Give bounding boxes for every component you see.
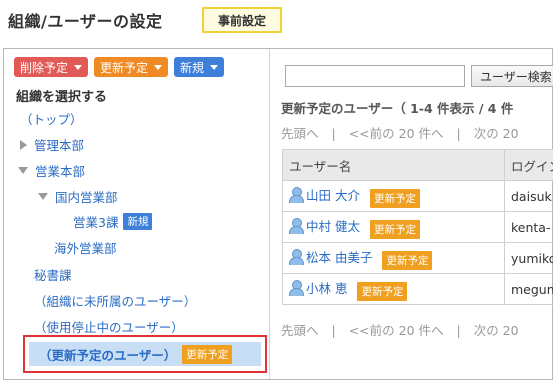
table-row: 山田 大介 更新予定 daisuk: [282, 180, 553, 212]
chevron-down-icon: [74, 64, 83, 70]
login-cell: yumiko: [504, 242, 553, 274]
tree-item-top-label: （トップ）: [20, 112, 83, 127]
update-tag: 更新予定: [382, 250, 433, 270]
update-tag: 更新予定: [369, 188, 420, 208]
delete-schedule-button[interactable]: 削除予定: [14, 57, 89, 77]
action-buttons: 削除予定 更新予定 新規: [14, 57, 225, 77]
page-title: 組織/ユーザーの設定: [8, 12, 163, 31]
tree-item-unaffiliated-label: （組織に未所属のユーザー）: [34, 294, 197, 309]
tree-item-admin-label: 管理本部: [34, 138, 85, 153]
pager-separator: |: [331, 323, 336, 338]
tree-item-admin[interactable]: 管理本部: [20, 135, 84, 154]
pager-first[interactable]: 先頭へ: [281, 323, 319, 338]
org-tree-panel: 削除予定 更新予定 新規 組織を選択する （トップ） 管理本部 営業本部 国内営…: [4, 49, 270, 379]
user-link[interactable]: 小林 恵: [289, 278, 347, 297]
update-tag: 更新予定: [182, 344, 233, 364]
user-cell: 山田 大介 更新予定: [282, 180, 505, 212]
pager-bottom: 先頭へ | <<前の 20 件へ | 次の 20: [281, 320, 519, 339]
pager-next[interactable]: 次の 20: [474, 323, 519, 338]
tree-item-sales3-label: 営業3課: [73, 215, 119, 230]
chevron-down-icon: [210, 64, 219, 70]
pager-next[interactable]: 次の 20: [474, 126, 519, 141]
pager-top: 先頭へ | <<前の 20 件へ | 次の 20: [281, 123, 519, 142]
user-name: 小林 恵: [306, 280, 348, 296]
login-cell: daisuk: [504, 180, 553, 212]
user-name: 松本 由美子: [306, 249, 373, 265]
user-table: ユーザー名 ログイン 山田 大介 更新予定 daisuk: [282, 149, 553, 305]
tree-item-overseas[interactable]: 海外営業部: [54, 238, 117, 257]
tree-item-overseas-label: 海外営業部: [54, 241, 117, 256]
user-icon: [289, 248, 304, 265]
user-name: 山田 大介: [306, 187, 360, 203]
tree-item-sales[interactable]: 営業本部: [18, 161, 85, 180]
user-icon: [289, 186, 304, 203]
tree-item-scheduled[interactable]: （更新予定のユーザー） 更新予定: [29, 342, 261, 366]
login-cell: kenta-: [504, 211, 553, 243]
user-list-panel: ユーザー検索 更新予定のユーザー（ 1-4 件表示 / 4 件 先頭へ | <<…: [271, 49, 553, 379]
update-schedule-label: 更新予定: [100, 60, 149, 75]
triangle-down-icon[interactable]: [18, 167, 28, 174]
page-header: 組織/ユーザーの設定 事前設定: [0, 0, 554, 42]
tree-item-domestic-label: 国内営業部: [55, 190, 118, 205]
table-row: 中村 健太 更新予定 kenta-: [282, 211, 553, 243]
search-input[interactable]: [285, 65, 465, 87]
chevron-down-icon: [154, 64, 163, 70]
delete-schedule-label: 削除予定: [20, 60, 69, 75]
user-name: 中村 健太: [306, 218, 360, 234]
update-tag: 更新予定: [357, 281, 408, 301]
login-cell: megum: [504, 273, 553, 305]
tree-item-suspended-label: （使用停止中のユーザー）: [34, 320, 184, 335]
user-cell: 小林 恵 更新予定: [282, 273, 505, 305]
triangle-right-icon[interactable]: [20, 139, 27, 150]
pager-prev[interactable]: <<前の 20 件へ: [349, 323, 444, 338]
pager-separator: |: [456, 126, 461, 141]
pager-separator: |: [456, 323, 461, 338]
result-heading: 更新予定のユーザー（ 1-4 件表示 / 4 件: [281, 101, 514, 116]
user-cell: 中村 健太 更新予定: [282, 211, 505, 243]
tree-item-secretary-label: 秘書課: [34, 268, 72, 283]
user-link[interactable]: 中村 健太: [289, 216, 360, 235]
user-search-button[interactable]: ユーザー検索: [471, 65, 553, 87]
tree-item-secretary[interactable]: 秘書課: [34, 265, 72, 284]
user-link[interactable]: 松本 由美子: [289, 247, 372, 266]
tree-item-top[interactable]: （トップ）: [20, 109, 83, 128]
table-row: 松本 由美子 更新予定 yumiko: [282, 242, 553, 274]
tree-item-domestic[interactable]: 国内営業部: [38, 187, 118, 206]
tree-item-sales3[interactable]: 営業3課 新規: [73, 212, 153, 231]
new-label: 新規: [180, 60, 205, 75]
user-link[interactable]: 山田 大介: [289, 185, 360, 204]
tree-item-sales-label: 営業本部: [35, 164, 86, 179]
new-tag: 新規: [123, 213, 153, 230]
update-schedule-button[interactable]: 更新予定: [94, 57, 169, 77]
pager-prev[interactable]: <<前の 20 件へ: [349, 126, 444, 141]
table-header-row: ユーザー名 ログイン: [282, 149, 553, 181]
triangle-down-icon[interactable]: [38, 193, 48, 200]
main-frame: 削除予定 更新予定 新規 組織を選択する （トップ） 管理本部 営業本部 国内営…: [3, 48, 553, 380]
column-header-login[interactable]: ログイン: [504, 149, 553, 181]
tree-item-suspended[interactable]: （使用停止中のユーザー）: [34, 317, 184, 336]
user-icon: [289, 279, 304, 296]
table-row: 小林 恵 更新予定 megum: [282, 273, 553, 305]
column-header-username[interactable]: ユーザー名: [282, 149, 505, 181]
user-icon: [289, 217, 304, 234]
pager-separator: |: [331, 126, 336, 141]
update-tag: 更新予定: [369, 219, 420, 239]
user-cell: 松本 由美子 更新予定: [282, 242, 505, 274]
select-org-title: 組織を選択する: [16, 90, 108, 105]
pager-first[interactable]: 先頭へ: [281, 126, 319, 141]
tree-item-scheduled-label: （更新予定のユーザー）: [39, 347, 177, 363]
pre-setting-badge: 事前設定: [202, 7, 282, 33]
new-button[interactable]: 新規: [174, 57, 225, 77]
tree-item-unaffiliated[interactable]: （組織に未所属のユーザー）: [34, 291, 196, 310]
highlight-box: （更新予定のユーザー） 更新予定: [23, 335, 267, 373]
